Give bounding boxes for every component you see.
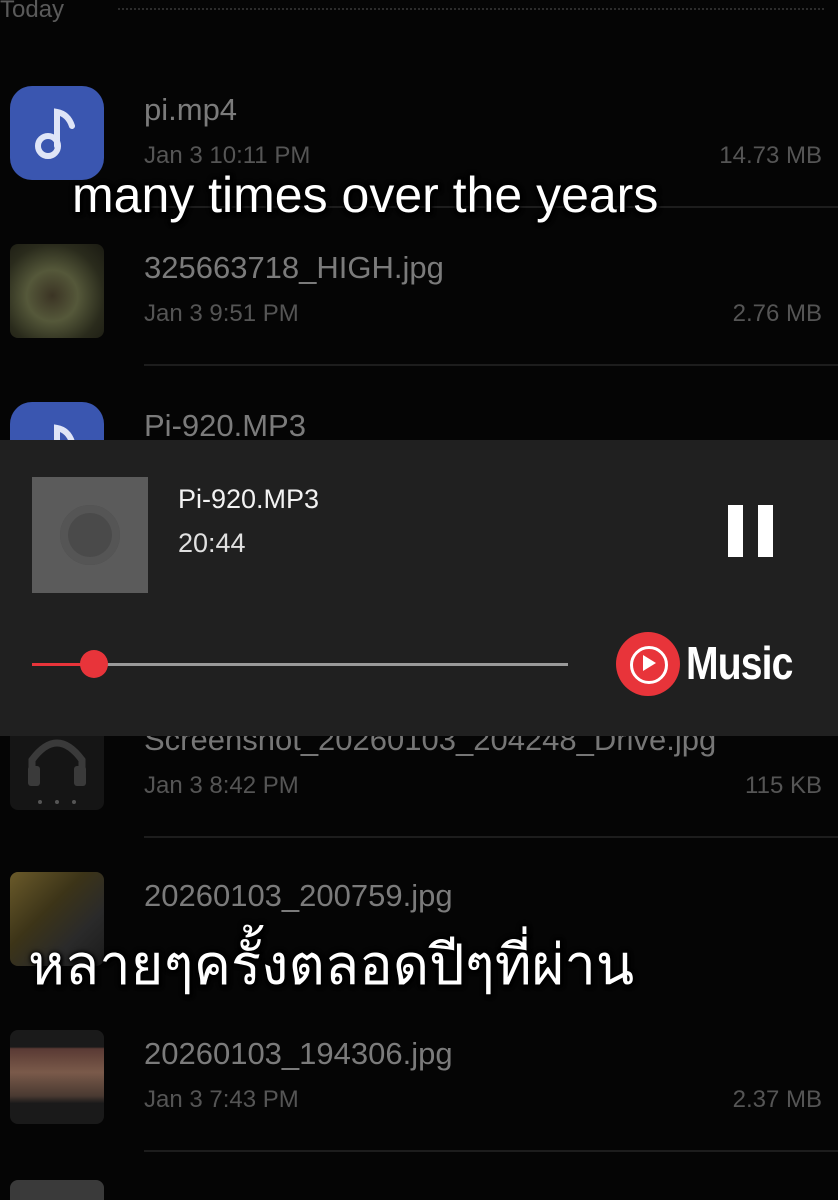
file-date: Jan 3 9:51 PM	[144, 300, 299, 327]
file-row-325663718-high[interactable]: 325663718_HIGH.jpg Jan 3 9:51 PM 2.76 MB	[0, 238, 838, 388]
caption-english: many times over the years	[72, 167, 659, 223]
file-date: Jan 3 7:43 PM	[144, 1086, 299, 1113]
pause-button[interactable]	[728, 505, 774, 557]
youtube-music-logo[interactable]: Music	[616, 632, 816, 698]
seek-handle[interactable]	[79, 650, 108, 678]
file-size: 115 KB	[745, 772, 822, 799]
seek-bar[interactable]	[32, 650, 568, 678]
row-divider	[144, 836, 838, 838]
row-divider	[144, 1150, 838, 1152]
music-brand-label: Music	[686, 637, 793, 689]
player-elapsed-time: 20:44	[178, 528, 246, 558]
section-label: Today	[0, 0, 65, 23]
pause-icon	[728, 505, 743, 557]
album-art	[32, 477, 148, 593]
file-name: 20260103_194306.jpg	[144, 1036, 453, 1071]
file-size: 14.73 MB	[719, 142, 822, 169]
file-row-20260103-194306[interactable]: 20260103_194306.jpg Jan 3 7:43 PM 2.37 M…	[0, 1024, 838, 1174]
section-divider	[118, 8, 824, 10]
image-thumbnail	[10, 1180, 104, 1200]
file-size: 2.76 MB	[732, 300, 822, 327]
file-date: Jan 3 8:42 PM	[144, 772, 299, 799]
media-player[interactable]: Pi-920.MP3 20:44 Music	[0, 440, 838, 736]
file-name: pi.mp4	[144, 92, 238, 127]
caption-thai: หลายๆครั้งตลอดปีๆที่ผ่าน	[28, 933, 635, 996]
disc-icon	[60, 505, 120, 565]
file-name: 325663718_HIGH.jpg	[144, 250, 444, 285]
file-name: Pi-920.MP3	[144, 408, 306, 443]
player-track-title: Pi-920.MP3	[178, 484, 320, 514]
youtube-music-icon	[616, 632, 680, 696]
row-divider	[144, 364, 838, 366]
file-size: 2.37 MB	[732, 1086, 822, 1113]
section-header-today: Today	[0, 0, 838, 30]
file-name: 20260103_200759.jpg	[144, 878, 453, 913]
image-thumbnail	[10, 1030, 104, 1124]
image-thumbnail	[10, 244, 104, 338]
